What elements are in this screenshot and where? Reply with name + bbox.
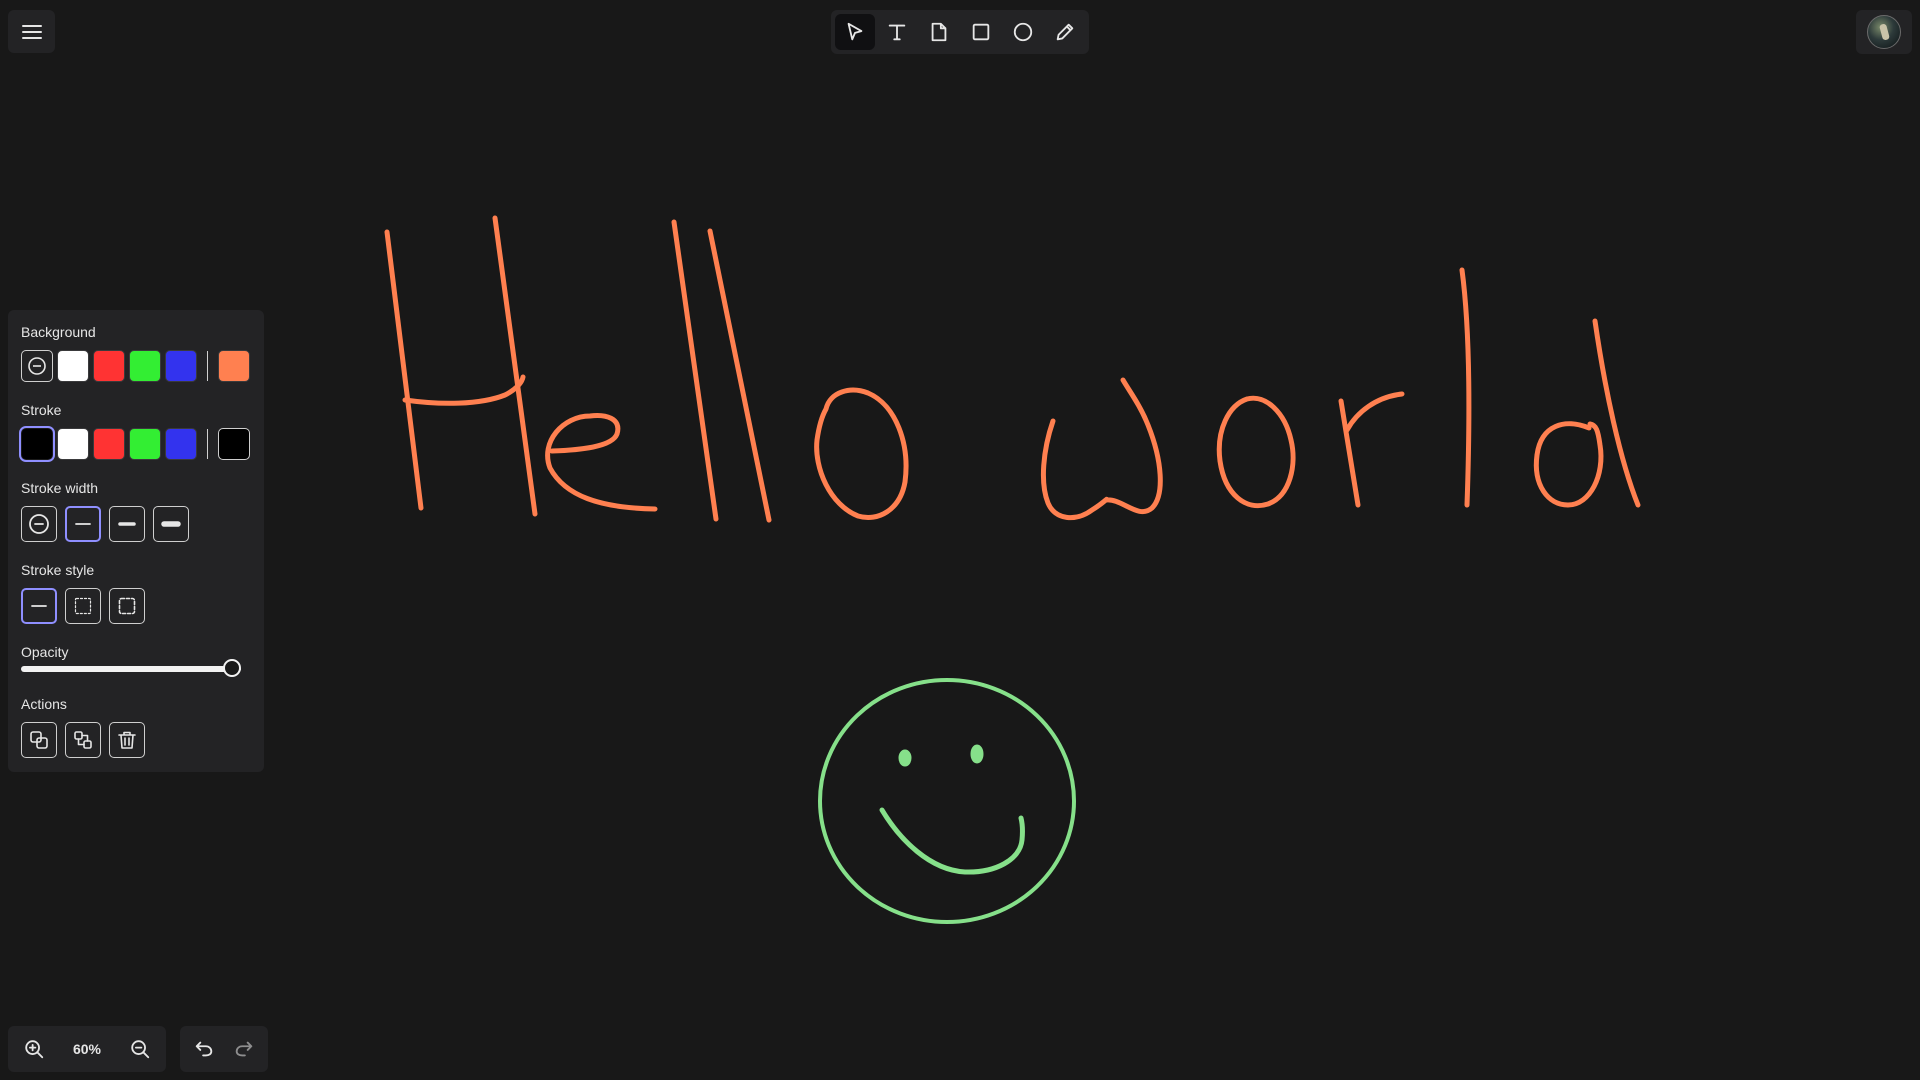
dashed-square-icon	[74, 597, 92, 615]
trash-icon	[118, 731, 136, 749]
avatar	[1867, 15, 1901, 49]
stroke-width-medium-button[interactable]	[109, 506, 145, 542]
stroke-style-solid-button[interactable]	[21, 588, 57, 624]
stroke-width-thick-button[interactable]	[153, 506, 189, 542]
hello-world-drawing[interactable]	[384, 215, 1641, 523]
zoom-controls: 60%	[8, 1026, 166, 1072]
group-icon	[74, 731, 92, 749]
circle-icon	[1013, 22, 1033, 42]
text-icon	[888, 24, 906, 41]
dotted-square-icon	[118, 597, 136, 615]
ellipse-tool-button[interactable]	[1003, 14, 1043, 50]
group-button[interactable]	[65, 722, 101, 758]
smiley-face-drawing[interactable]	[818, 678, 1076, 924]
text-tool-button[interactable]	[877, 14, 917, 50]
background-none-swatch[interactable]	[21, 350, 53, 382]
background-red-swatch[interactable]	[93, 350, 125, 382]
redo-button[interactable]	[225, 1031, 263, 1067]
zoom-out-icon	[131, 1040, 150, 1059]
undo-icon	[195, 1041, 213, 1057]
swatch-divider	[207, 351, 208, 381]
zoom-in-button[interactable]	[14, 1031, 54, 1067]
stroke-style-dotted-button[interactable]	[109, 588, 145, 624]
no-stroke-icon	[29, 514, 49, 534]
rectangle-tool-button[interactable]	[961, 14, 1001, 50]
background-label: Background	[21, 324, 96, 340]
medium-line-icon	[118, 522, 136, 526]
drawing-canvas[interactable]	[0, 0, 1920, 1080]
stroke-green-swatch[interactable]	[129, 428, 161, 460]
select-tool-button[interactable]	[835, 14, 875, 50]
duplicate-button[interactable]	[21, 722, 57, 758]
user-avatar-button[interactable]	[1856, 10, 1912, 54]
sticky-note-icon	[931, 22, 947, 42]
stroke-black-swatch[interactable]	[19, 426, 55, 462]
stroke-label: Stroke	[21, 402, 62, 418]
actions-row	[21, 722, 251, 758]
background-white-swatch[interactable]	[57, 350, 89, 382]
stroke-width-options	[21, 506, 251, 542]
properties-panel: Background Stroke Stroke width Stroke st…	[8, 310, 264, 772]
rectangle-icon	[972, 23, 990, 41]
thick-line-icon	[161, 521, 181, 527]
background-green-swatch[interactable]	[129, 350, 161, 382]
opacity-label: Opacity	[21, 644, 69, 660]
solid-line-icon	[31, 605, 47, 607]
zoom-in-icon	[25, 1040, 44, 1059]
tool-toolbar	[831, 10, 1089, 54]
background-swatches	[21, 350, 251, 382]
background-custom-color-button[interactable]	[218, 350, 250, 382]
duplicate-icon	[30, 731, 48, 749]
redo-icon	[235, 1041, 253, 1057]
opacity-slider[interactable]	[21, 659, 241, 677]
actions-label: Actions	[21, 696, 67, 712]
zoom-out-button[interactable]	[120, 1031, 160, 1067]
cursor-arrow-icon	[847, 22, 863, 41]
stroke-red-swatch[interactable]	[93, 428, 125, 460]
sticky-note-tool-button[interactable]	[919, 14, 959, 50]
stroke-width-thin-button[interactable]	[65, 506, 101, 542]
stroke-blue-swatch[interactable]	[165, 428, 197, 460]
stroke-style-options	[21, 588, 251, 624]
stroke-swatches	[19, 426, 251, 462]
thin-line-icon	[75, 523, 91, 525]
main-menu-button[interactable]	[8, 10, 55, 53]
background-blue-swatch[interactable]	[165, 350, 197, 382]
swatch-divider	[207, 429, 208, 459]
stroke-style-dashed-button[interactable]	[65, 588, 101, 624]
pencil-icon	[1056, 23, 1074, 41]
stroke-white-swatch[interactable]	[57, 428, 89, 460]
undo-button[interactable]	[185, 1031, 223, 1067]
opacity-slider-thumb[interactable]	[223, 659, 241, 677]
zoom-level[interactable]: 60%	[62, 1041, 112, 1057]
pen-tool-button[interactable]	[1045, 14, 1085, 50]
stroke-width-label: Stroke width	[21, 480, 99, 496]
stroke-custom-color-button[interactable]	[218, 428, 250, 460]
history-controls	[180, 1026, 268, 1072]
no-fill-icon	[28, 357, 46, 375]
stroke-style-label: Stroke style	[21, 562, 95, 578]
hamburger-icon	[21, 24, 42, 39]
stroke-width-none-button[interactable]	[21, 506, 57, 542]
delete-button[interactable]	[109, 722, 145, 758]
